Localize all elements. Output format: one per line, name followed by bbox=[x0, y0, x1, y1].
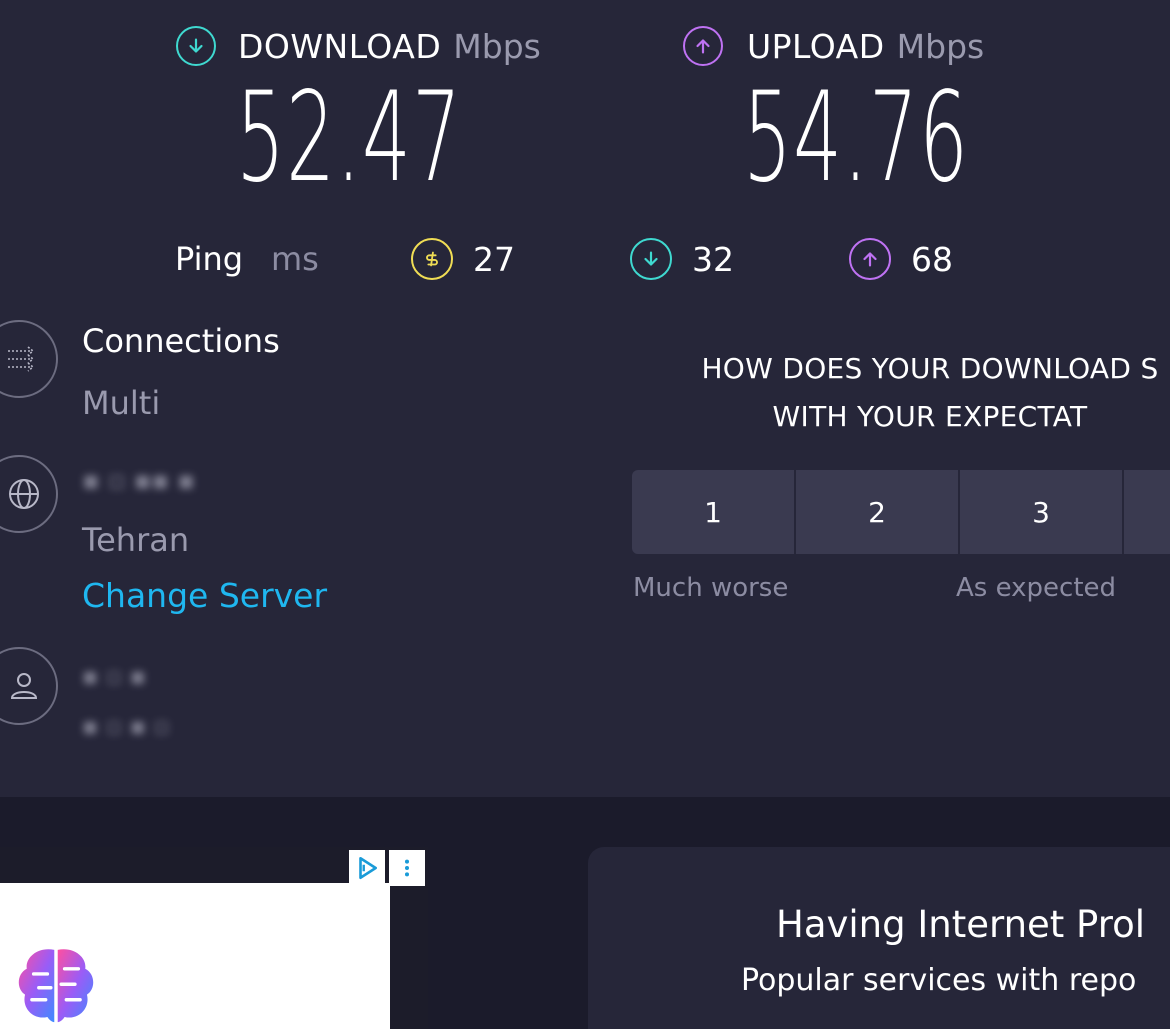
download-speed-value: 52.47 bbox=[236, 66, 463, 210]
survey-question: HOW DOES YOUR DOWNLOAD S WITH YOUR EXPEC… bbox=[600, 345, 1170, 441]
connections-value: Multi bbox=[82, 384, 161, 422]
ping-idle: 27 bbox=[411, 238, 515, 280]
speedtest-page: DOWNLOAD Mbps 52.47 UPLOAD Mbps 54.76 Pi… bbox=[0, 0, 1170, 1029]
provider-ip-redacted: ▪ ▫ ▪ ▫ bbox=[82, 712, 170, 740]
server-name-redacted: ▪ ▫ ▪▪ ▪ bbox=[82, 466, 195, 496]
survey-question-line2: WITH YOUR EXPECTAT bbox=[772, 400, 1088, 433]
arrow-up-circle-icon bbox=[683, 26, 723, 66]
brain-logo-icon bbox=[18, 949, 94, 1023]
download-title: DOWNLOAD bbox=[238, 26, 442, 66]
rating-caption-mid: As expected bbox=[956, 573, 1117, 603]
help-card-subtitle: Popular services with repo bbox=[741, 963, 1137, 998]
download-unit: Mbps bbox=[453, 26, 541, 66]
ping-idle-value: 27 bbox=[473, 239, 515, 279]
upload-title: UPLOAD bbox=[747, 26, 885, 66]
ping-idle-icon bbox=[411, 238, 453, 280]
upload-speed-value: 54.76 bbox=[743, 66, 970, 210]
change-server-link[interactable]: Change Server bbox=[82, 576, 327, 615]
rating-button-1[interactable]: 1 bbox=[632, 470, 794, 554]
provider-name-redacted: ▪ ▫ ▪ bbox=[82, 662, 147, 690]
ping-upload: 68 bbox=[849, 238, 953, 280]
connections-title: Connections bbox=[82, 322, 280, 360]
ad-menu-icon[interactable] bbox=[389, 850, 425, 886]
rating-button-4[interactable] bbox=[1124, 470, 1170, 554]
help-card-title: Having Internet Prol bbox=[776, 903, 1146, 946]
ping-upload-value: 68 bbox=[911, 239, 953, 279]
ping-label: Ping bbox=[175, 240, 244, 278]
server-location: Tehran bbox=[82, 521, 190, 559]
help-card: Having Internet Prol Popular services wi… bbox=[588, 847, 1170, 1029]
download-header: DOWNLOAD Mbps bbox=[176, 26, 541, 66]
user-icon bbox=[0, 647, 58, 725]
ping-download-value: 32 bbox=[692, 239, 734, 279]
connections-icon bbox=[0, 320, 58, 398]
rating-button-3[interactable]: 3 bbox=[960, 470, 1122, 554]
ping-row: Ping ms 27 32 68 bbox=[175, 232, 995, 290]
ping-unit: ms bbox=[271, 240, 319, 278]
rating-caption-low: Much worse bbox=[633, 573, 789, 603]
results-panel: DOWNLOAD Mbps 52.47 UPLOAD Mbps 54.76 Pi… bbox=[0, 0, 1170, 797]
upload-header: UPLOAD Mbps bbox=[683, 26, 984, 66]
ping-upload-icon bbox=[849, 238, 891, 280]
globe-icon bbox=[0, 455, 58, 533]
arrow-down-circle-icon bbox=[176, 26, 216, 66]
ad-content[interactable] bbox=[0, 883, 390, 1029]
rating-button-2[interactable]: 2 bbox=[796, 470, 958, 554]
rating-buttons: 1 2 3 bbox=[632, 470, 1170, 554]
ping-download: 32 bbox=[630, 238, 734, 280]
ping-download-icon bbox=[630, 238, 672, 280]
survey-question-line1: HOW DOES YOUR DOWNLOAD S bbox=[701, 352, 1159, 385]
upload-unit: Mbps bbox=[896, 26, 985, 66]
adchoices-icon[interactable] bbox=[349, 850, 385, 886]
